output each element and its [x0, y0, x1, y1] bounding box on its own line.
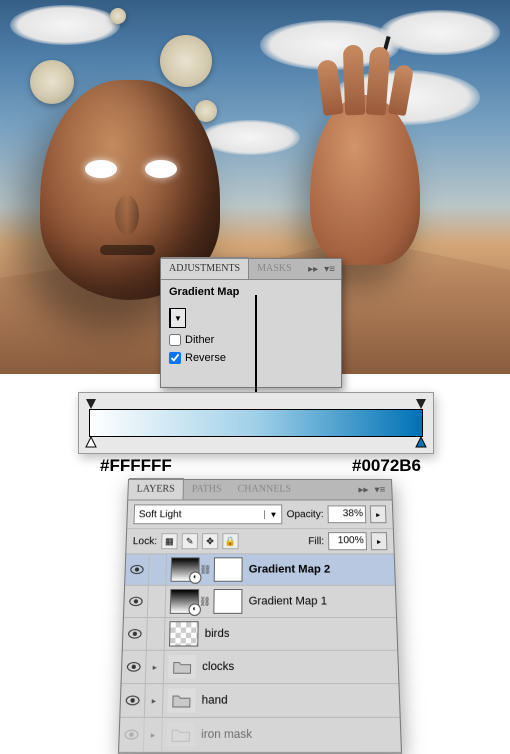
panel-collapse-icon[interactable]: ▸▸	[358, 484, 368, 495]
tab-masks[interactable]: MASKS	[249, 259, 299, 279]
opacity-stop-right[interactable]	[416, 399, 426, 409]
panel-menu-icon[interactable]: ▾≡	[324, 264, 335, 275]
panel-collapse-icon[interactable]: ▸▸	[308, 264, 318, 275]
hex-right: #0072B6	[352, 456, 421, 476]
tab-channels[interactable]: CHANNELS	[229, 480, 299, 500]
visibility-toggle[interactable]	[120, 684, 145, 717]
chevron-down-icon: ▼	[264, 510, 277, 519]
lock-label: Lock:	[133, 536, 158, 547]
panel-tabbar: ADJUSTMENTS MASKS ▸▸ ▾≡	[161, 259, 341, 280]
tab-adjustments[interactable]: ADJUSTMENTS	[161, 257, 249, 279]
fill-label: Fill:	[308, 536, 324, 547]
clock	[160, 35, 212, 87]
layer-row[interactable]: ▸ clocks	[122, 651, 399, 684]
visibility-toggle[interactable]	[119, 718, 145, 751]
opacity-label: Opacity:	[287, 509, 324, 520]
face-eye-right	[145, 160, 177, 178]
finger	[343, 45, 365, 116]
gradient-bar[interactable]	[89, 409, 423, 437]
lock-transparent-icon[interactable]: ▦	[161, 533, 178, 549]
fill-field[interactable]: 100%	[328, 532, 367, 550]
tab-paths[interactable]: PATHS	[184, 480, 230, 500]
link-col	[147, 618, 166, 650]
mask-thumb	[214, 557, 243, 581]
eye-icon	[130, 564, 145, 574]
folder-icon	[167, 688, 195, 712]
visibility-toggle[interactable]	[125, 554, 150, 585]
adjustment-badge-icon: ◐	[188, 603, 201, 616]
reverse-checkbox[interactable]: Reverse	[169, 352, 333, 364]
mask-link-icon[interactable]: ⛓	[199, 596, 210, 607]
layer-row[interactable]: ◐ ⛓ Gradient Map 2	[125, 554, 395, 586]
eye-icon	[124, 729, 139, 740]
eye-icon	[125, 695, 140, 706]
visibility-toggle[interactable]	[123, 618, 148, 650]
folder-icon	[168, 655, 196, 679]
hex-left: #FFFFFF	[100, 456, 172, 476]
layer-row[interactable]: ◐ ⛓ Gradient Map 1	[124, 586, 396, 618]
opacity-stop-left[interactable]	[86, 399, 96, 409]
layer-name[interactable]: Gradient Map 1	[249, 595, 328, 607]
visibility-toggle[interactable]	[124, 586, 149, 617]
visibility-toggle[interactable]	[122, 651, 147, 683]
layer-name[interactable]: Gradient Map 2	[249, 563, 331, 575]
mask-link-icon[interactable]: ⛓	[199, 564, 209, 575]
blend-mode-select[interactable]: Soft Light ▼	[133, 504, 282, 524]
tab-layers[interactable]: LAYERS	[128, 478, 184, 499]
link-col	[148, 586, 166, 617]
link-col	[149, 554, 167, 585]
layers-panel: LAYERS PATHS CHANNELS ▸▸ ▾≡ Soft Light ▼…	[118, 479, 402, 754]
blend-mode-value: Soft Light	[139, 509, 182, 520]
layer-name[interactable]: birds	[205, 628, 230, 641]
expand-toggle[interactable]: ▸	[144, 718, 163, 751]
cloud	[380, 10, 500, 55]
fill-flyout[interactable]: ▸	[371, 532, 388, 550]
layer-thumb	[169, 621, 199, 646]
eye-icon	[127, 629, 142, 640]
expand-toggle[interactable]: ▸	[146, 651, 165, 683]
gradient-dropdown[interactable]: ▼	[171, 308, 186, 328]
dither-checkbox[interactable]: Dither	[169, 334, 333, 346]
lock-all-icon[interactable]: 🔒	[222, 533, 238, 549]
adjustment-badge-icon: ◐	[189, 572, 202, 584]
dither-input[interactable]	[169, 334, 181, 346]
clock	[30, 60, 74, 104]
dither-label: Dither	[185, 334, 214, 346]
eye-icon	[129, 596, 144, 606]
opacity-flyout[interactable]: ▸	[370, 505, 387, 523]
layer-name[interactable]: hand	[202, 694, 228, 707]
layer-row[interactable]: ▸ hand	[120, 684, 399, 718]
layer-row[interactable]: birds	[123, 618, 397, 651]
cloud	[10, 5, 120, 45]
face-nose	[115, 195, 139, 235]
face-mouth	[100, 245, 155, 255]
lock-paint-icon[interactable]: ✎	[181, 533, 198, 549]
reverse-input[interactable]	[169, 352, 181, 364]
opacity-field[interactable]: 38%	[327, 505, 366, 523]
color-stop-left[interactable]	[86, 437, 96, 447]
mask-thumb	[213, 589, 242, 614]
layer-row[interactable]: ▸ iron mask	[119, 718, 401, 753]
color-stop-right[interactable]	[416, 437, 426, 447]
gradient-editor	[78, 392, 434, 454]
layer-name[interactable]: iron mask	[201, 728, 252, 741]
layer-name[interactable]: clocks	[202, 660, 234, 673]
face-eye-left	[85, 160, 117, 178]
eye-icon	[126, 661, 141, 672]
adjustments-panel: ADJUSTMENTS MASKS ▸▸ ▾≡ Gradient Map ▼ D…	[160, 258, 342, 388]
expand-toggle[interactable]: ▸	[145, 684, 164, 717]
gradient-preview[interactable]	[169, 308, 171, 328]
layer-thumb: ◐	[170, 589, 199, 614]
folder-icon	[167, 722, 195, 746]
clock	[110, 8, 126, 24]
lock-position-icon[interactable]: ✥	[202, 533, 218, 549]
finger	[366, 46, 391, 115]
layers-tabbar: LAYERS PATHS CHANNELS ▸▸ ▾≡	[128, 480, 392, 501]
layer-thumb: ◐	[171, 557, 200, 581]
cloud	[200, 120, 300, 155]
adjustment-title: Gradient Map	[169, 286, 333, 298]
panel-menu-icon[interactable]: ▾≡	[374, 484, 385, 495]
reverse-label: Reverse	[185, 352, 226, 364]
